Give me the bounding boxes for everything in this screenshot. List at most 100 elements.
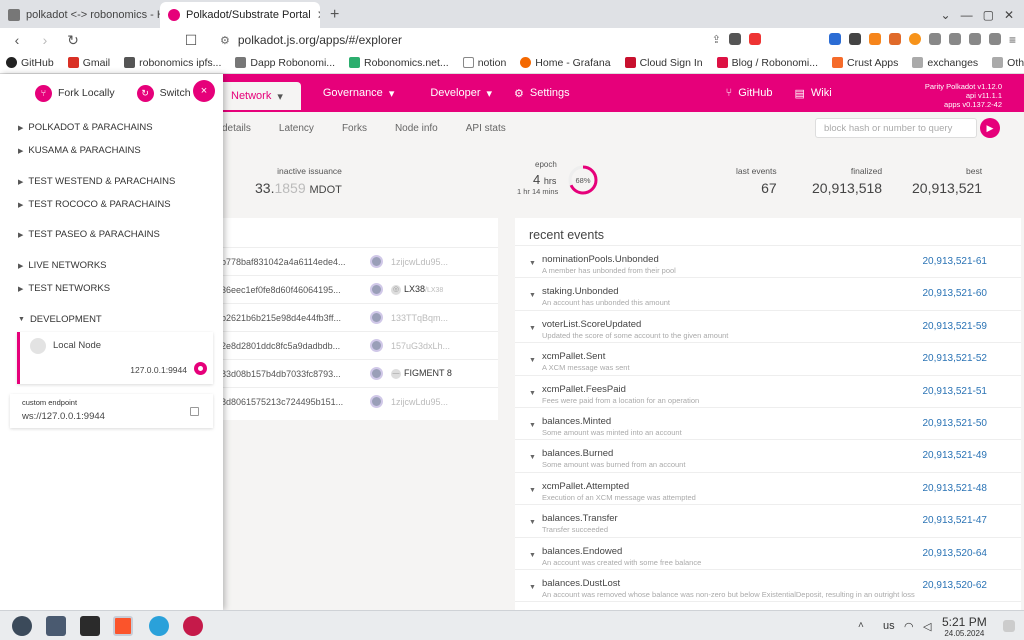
nav-developer[interactable]: Developer ▾ (412, 74, 510, 112)
caret-down-icon[interactable]: ▼ (529, 325, 536, 332)
network-group-paseo[interactable]: ▶ TEST PASEO & PARACHAINS (18, 229, 160, 240)
network-group-westend[interactable]: ▶ TEST WESTEND & PARACHAINS (18, 176, 175, 187)
maximize-icon[interactable]: ▢ (983, 8, 994, 22)
event-block-link[interactable]: 20,913,521-48 (922, 483, 987, 494)
terminal-icon[interactable] (80, 616, 100, 636)
file-manager-icon[interactable] (46, 616, 66, 636)
network-group-polkadot[interactable]: ▶ POLKADOT & PARACHAINS (18, 122, 153, 133)
nav-github[interactable]: ⑂ GitHub (708, 74, 791, 112)
block-author[interactable]: ◎ LX38/LX38 (391, 284, 443, 295)
network-group-test[interactable]: ▶ TEST NETWORKS (18, 283, 110, 294)
list-item[interactable]: ▼ balances.Endowed An account was created … (515, 536, 1021, 569)
local-node-option[interactable]: Local Node 127.0.0.1:9944 (17, 332, 213, 384)
caret-down-icon[interactable]: ▼ (529, 519, 536, 526)
event-block-link[interactable]: 20,913,521-60 (922, 288, 987, 299)
nav-wiki[interactable]: ▤ Wiki (791, 74, 850, 112)
caret-down-icon[interactable]: ▼ (529, 552, 536, 559)
brave-rewards-icon[interactable] (748, 33, 761, 45)
block-author[interactable]: — FIGMENT 8 (391, 368, 452, 379)
list-item[interactable]: ▼ balances.Minted Some amount was minted i… (515, 407, 1021, 439)
list-item[interactable]: ▼ balances.DustLost An account was removed… (515, 569, 1021, 601)
block-search-input[interactable]: block hash or number to query (815, 118, 977, 138)
brave-browser-icon[interactable] (113, 616, 133, 636)
site-info-icon[interactable]: ⚙ (220, 34, 230, 47)
bookmark-cloud[interactable]: Cloud Sign In (624, 57, 703, 69)
fork-locally-button[interactable]: ⑂ Fork Locally (35, 84, 115, 102)
caret-down-icon[interactable]: ▼ (529, 584, 536, 591)
table-row[interactable]: 8d8061575213c724495b151... 1zijcwLdu95... (213, 387, 498, 415)
nav-governance[interactable]: Governance ▾ (305, 74, 412, 112)
close-sidebar-button[interactable]: × (193, 80, 215, 102)
volume-icon[interactable]: ◁ (923, 620, 931, 633)
bookmark-exchanges[interactable]: exchanges (912, 57, 978, 69)
reload-icon[interactable]: ↻ (64, 32, 82, 49)
network-group-live[interactable]: ▶ LIVE NETWORKS (18, 260, 107, 271)
bookmark-icon[interactable]: ☐ (182, 32, 200, 49)
list-item[interactable]: ▼ voterList.ScoreUpdated Updated the score… (515, 309, 1021, 342)
chevron-down-icon[interactable]: ⌄ (941, 8, 951, 22)
clock[interactable]: 5:21 PM 24.05.2024 (942, 615, 987, 638)
extension-icon[interactable] (828, 33, 841, 45)
switch-button[interactable]: ↻ Switch (136, 84, 191, 102)
event-block-link[interactable]: 20,913,521-47 (922, 515, 987, 526)
event-block-link[interactable]: 20,913,521-49 (922, 450, 987, 461)
raspberry-icon[interactable] (183, 616, 203, 636)
list-item[interactable]: ▼ staking.Unbonded An account has unbonded… (515, 277, 1021, 309)
search-go-button[interactable]: ▶ (980, 118, 1000, 138)
back-icon[interactable]: ‹ (8, 32, 26, 48)
caret-down-icon[interactable]: ▼ (529, 292, 536, 299)
chevron-up-icon[interactable]: ˄ (858, 620, 870, 632)
list-item[interactable]: ▼ xcmPallet.FeesPaid Fees were paid from a… (515, 374, 1021, 407)
block-hash[interactable]: 83d08b157b4db7033fc8793... (221, 369, 363, 379)
extension-icon[interactable] (908, 33, 921, 45)
telegram-icon[interactable] (149, 616, 169, 636)
share-icon[interactable]: ⇪ (712, 33, 721, 47)
caret-down-icon[interactable]: ▼ (529, 454, 536, 461)
other-bookmarks[interactable]: Other Bookmarks (992, 57, 1024, 69)
metamask-icon[interactable] (868, 33, 881, 45)
list-item[interactable]: ▼ xcmPallet.Sent A XCM message was sent 20,… (515, 342, 1021, 374)
minimize-icon[interactable]: — (961, 8, 973, 22)
menu-icon[interactable]: ≡ (1009, 33, 1016, 47)
table-row[interactable]: b778baf831042a4a6114ede4... 1zijcwLdu95..… (213, 247, 498, 275)
caret-down-icon[interactable]: ▼ (529, 390, 536, 397)
event-block-link[interactable]: 20,913,520-62 (922, 580, 987, 591)
show-desktop-icon[interactable] (1003, 620, 1015, 632)
tab-forks[interactable]: Forks (328, 123, 381, 134)
event-block-link[interactable]: 20,913,521-61 (922, 256, 987, 267)
keyboard-layout[interactable]: us (883, 620, 895, 632)
radio-selected-icon[interactable] (194, 362, 207, 375)
bookmark-robonomics-ipfs[interactable]: robonomics ipfs... (124, 57, 221, 69)
network-group-kusama[interactable]: ▶ KUSAMA & PARACHAINS (18, 145, 141, 156)
bookmark-notion[interactable]: notion (462, 57, 506, 69)
custom-endpoint-input[interactable]: ws://127.0.0.1:9944 (22, 411, 105, 422)
new-tab-button[interactable]: + (320, 2, 349, 28)
list-item[interactable]: ▼balances.Transfer (515, 601, 1021, 610)
browser-tab-active[interactable]: Polkadot/Substrate Portal ✕ (160, 2, 320, 28)
block-author[interactable]: 1zijcwLdu95... (391, 397, 448, 407)
wifi-icon[interactable]: ◠ (904, 620, 914, 633)
puzzle-icon[interactable] (928, 33, 941, 45)
caret-down-icon[interactable]: ▼ (529, 487, 536, 494)
event-block-link[interactable]: 20,913,521-59 (922, 321, 987, 332)
bookmark-blog[interactable]: Blog / Robonomi... (716, 57, 818, 69)
caret-down-icon[interactable]: ▼ (529, 422, 536, 429)
extension-icon[interactable] (888, 33, 901, 45)
forward-icon[interactable]: › (36, 32, 54, 48)
event-block-link[interactable]: 20,913,521-50 (922, 418, 987, 429)
bookmark-dapp[interactable]: Dapp Robonomi... (235, 57, 335, 69)
bookmark-grafana[interactable]: Home - Grafana (520, 57, 611, 69)
list-item[interactable]: ▼ nominationPools.Unbonded A member has un… (515, 245, 1021, 277)
tab-node-info[interactable]: Node info (381, 123, 452, 134)
sidebar-icon[interactable] (968, 33, 981, 45)
event-block-link[interactable]: 20,913,521-51 (922, 386, 987, 397)
block-hash[interactable]: 2e8d2801ddc8fc5a9dadbdb... (221, 341, 363, 351)
block-author[interactable]: 133TTqBqm... (391, 313, 448, 323)
network-group-rococo[interactable]: ▶ TEST ROCOCO & PARACHAINS (18, 199, 171, 210)
list-item[interactable]: ▼ balances.Burned Some amount was burned f… (515, 439, 1021, 471)
brave-shield-icon[interactable] (728, 33, 741, 45)
block-author[interactable]: 157uG3dxLh... (391, 341, 450, 351)
block-author[interactable]: 1zijcwLdu95... (391, 257, 448, 267)
address-bar[interactable]: ⚙ polkadot.js.org/apps/#/explorer (210, 29, 702, 51)
extension-icon[interactable] (848, 33, 861, 45)
